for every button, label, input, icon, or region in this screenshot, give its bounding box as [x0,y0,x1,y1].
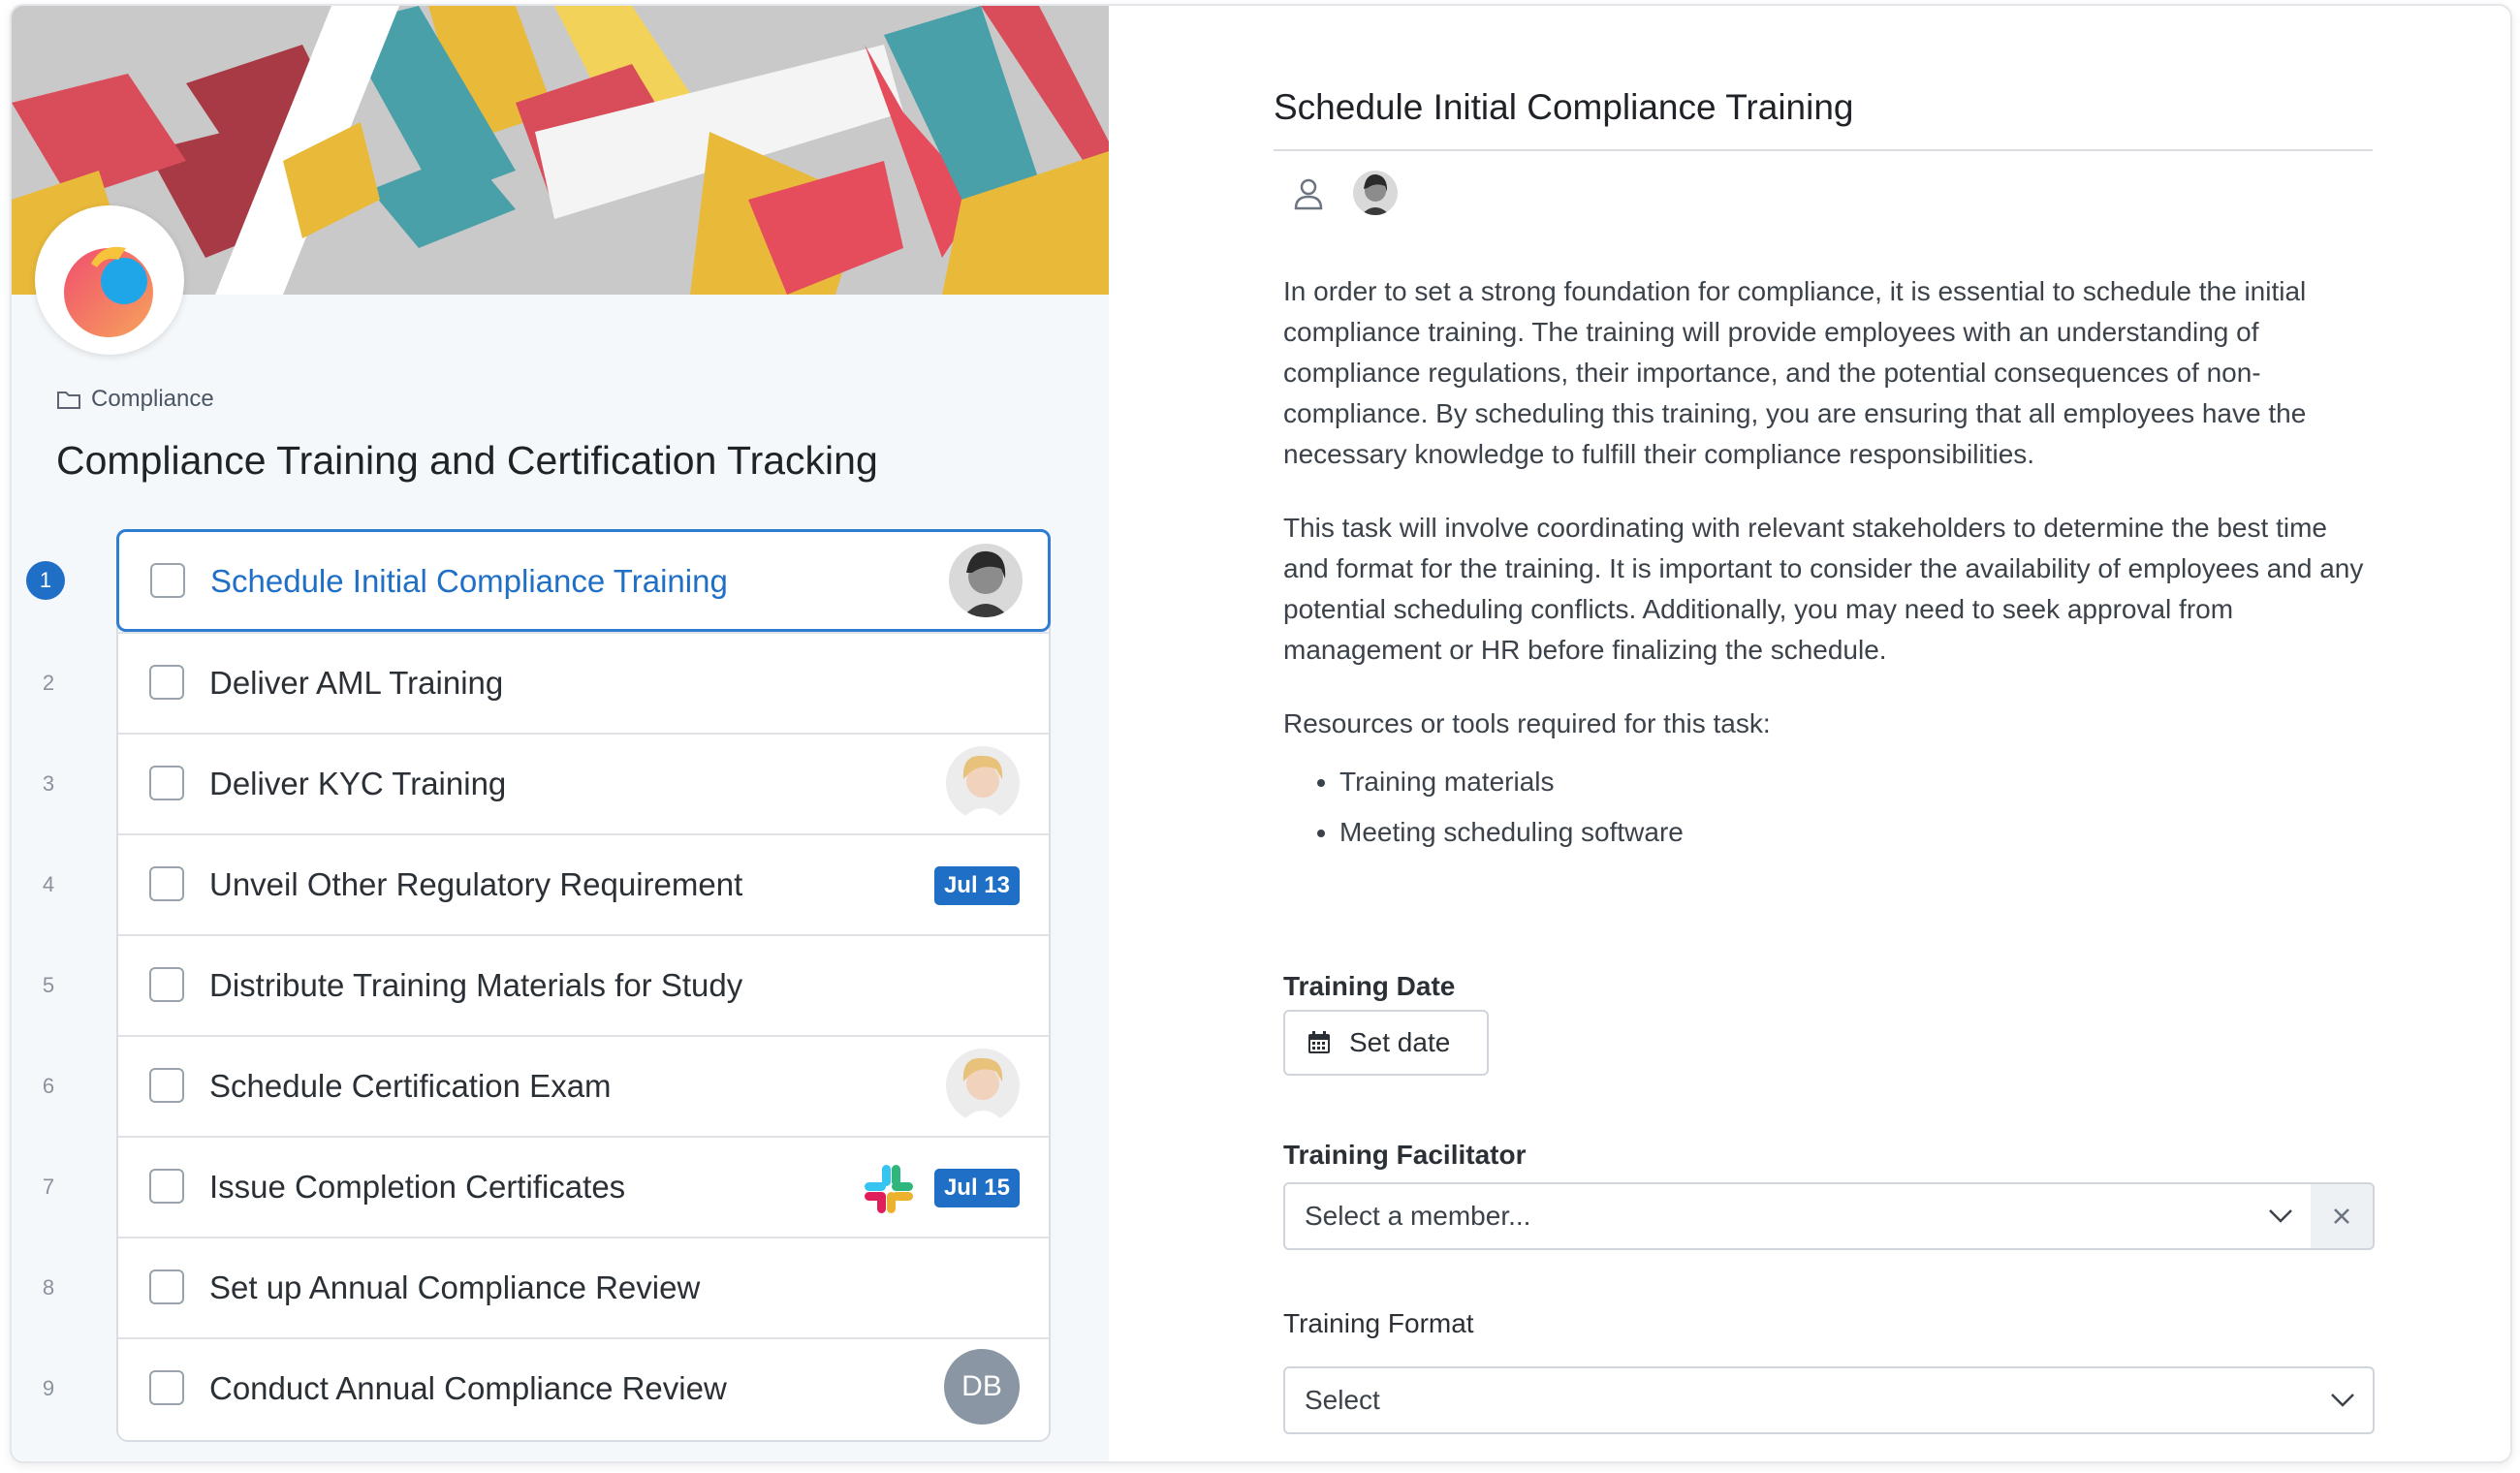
chevron-down-icon [2269,1209,2292,1223]
task-number: 3 [42,771,55,796]
task-description: In order to set a strong foundation for … [1283,271,2369,862]
task-checkbox[interactable] [149,1169,184,1204]
task-checkbox[interactable] [149,665,184,700]
facilitator-placeholder: Select a member... [1305,1201,1531,1231]
divider [1274,149,2373,151]
assignee-initials-avatar[interactable]: DB [944,1349,1020,1425]
task-label[interactable]: Unveil Other Regulatory Requirement [209,866,742,903]
assignee-avatar[interactable] [946,1049,1020,1122]
workflow-panel: Compliance Compliance Training and Certi… [12,6,1109,1461]
training-format-select[interactable]: Select [1283,1366,2375,1434]
task-number: 5 [42,973,55,997]
task-label[interactable]: Schedule Certification Exam [209,1068,612,1105]
facilitator-select[interactable]: Select a member... [1283,1182,2313,1250]
task-label[interactable]: Deliver KYC Training [209,766,506,802]
task-row[interactable]: 1 Schedule Initial Compliance Training [26,529,1051,632]
task-label[interactable]: Set up Annual Compliance Review [209,1269,700,1306]
description-paragraph: In order to set a strong foundation for … [1283,276,2307,469]
task-number: 8 [42,1275,55,1300]
task-label[interactable]: Schedule Initial Compliance Training [210,563,728,600]
assignee-avatar[interactable] [949,544,1023,617]
workflow-logo [35,205,184,355]
clear-facilitator-button[interactable] [2311,1182,2375,1250]
description-paragraph: This task will involve coordinating with… [1283,513,2364,665]
chevron-down-icon [2331,1394,2354,1407]
close-icon [2334,1208,2349,1224]
task-list: 1 Schedule Initial Compliance Training 2… [26,529,1051,1442]
task-row[interactable]: 5 Distribute Training Materials for Stud… [43,934,1049,1035]
task-checkbox[interactable] [149,766,184,800]
task-row[interactable]: 3 Deliver KYC Training [43,733,1049,833]
task-checkbox[interactable] [149,866,184,901]
task-number: 2 [42,671,55,695]
slack-icon[interactable] [863,1163,915,1215]
resource-item: Meeting scheduling software [1339,812,2369,853]
description-paragraph: Resources or tools required for this tas… [1283,708,1771,738]
training-format-value: Select [1305,1385,1380,1415]
assignee-avatar[interactable] [946,746,1020,820]
training-facilitator-label: Training Facilitator [1283,1140,1527,1170]
breadcrumb[interactable]: Compliance [56,386,214,413]
task-checkbox[interactable] [150,563,185,598]
workflow-title: Compliance Training and Certification Tr… [56,438,878,483]
task-row[interactable]: 6 Schedule Certification Exam [43,1035,1049,1136]
training-date-label: Training Date [1283,971,1456,1001]
task-row[interactable]: 7 Issue Completion Certificates Jul 15 [43,1136,1049,1237]
folder-icon [57,392,80,409]
task-row[interactable]: 8 Set up Annual Compliance Review [43,1237,1049,1337]
assign-user-icon[interactable] [1291,176,1326,211]
task-row[interactable]: 4 Unveil Other Regulatory Requirement Ju… [43,833,1049,934]
due-date-badge[interactable]: Jul 15 [933,1169,1020,1207]
assignee-avatar[interactable] [1353,171,1398,215]
task-row[interactable]: 9 Conduct Annual Compliance Review DB [43,1337,1049,1438]
task-checkbox[interactable] [149,1269,184,1304]
task-checkbox[interactable] [149,1370,184,1405]
set-date-label: Set date [1349,1027,1451,1057]
task-number: 1 [26,561,65,600]
training-format-label: Training Format [1283,1308,1474,1338]
task-number: 7 [42,1175,55,1199]
task-number: 4 [42,872,55,896]
task-checkbox[interactable] [149,1068,184,1103]
resources-list: Training materials Meeting scheduling so… [1283,762,2369,853]
set-date-button[interactable]: Set date [1283,1010,1489,1076]
due-date-badge[interactable]: Jul 13 [933,866,1020,905]
resource-item: Training materials [1339,762,2369,802]
task-label[interactable]: Distribute Training Materials for Study [209,967,742,1004]
task-label[interactable]: Issue Completion Certificates [209,1169,625,1206]
task-label[interactable]: Conduct Annual Compliance Review [209,1370,727,1407]
task-label[interactable]: Deliver AML Training [209,665,503,702]
task-row[interactable]: 2 Deliver AML Training [43,632,1049,733]
task-checkbox[interactable] [149,967,184,1002]
breadcrumb-label: Compliance [91,386,214,412]
task-number: 9 [42,1376,55,1400]
task-detail-title: Schedule Initial Compliance Training [1274,87,1854,127]
task-number: 6 [42,1074,55,1098]
app-card: Compliance Compliance Training and Certi… [10,4,2512,1463]
task-detail-panel: Schedule Initial Compliance Training In … [1109,6,2510,1461]
calendar-icon [1308,1031,1330,1053]
